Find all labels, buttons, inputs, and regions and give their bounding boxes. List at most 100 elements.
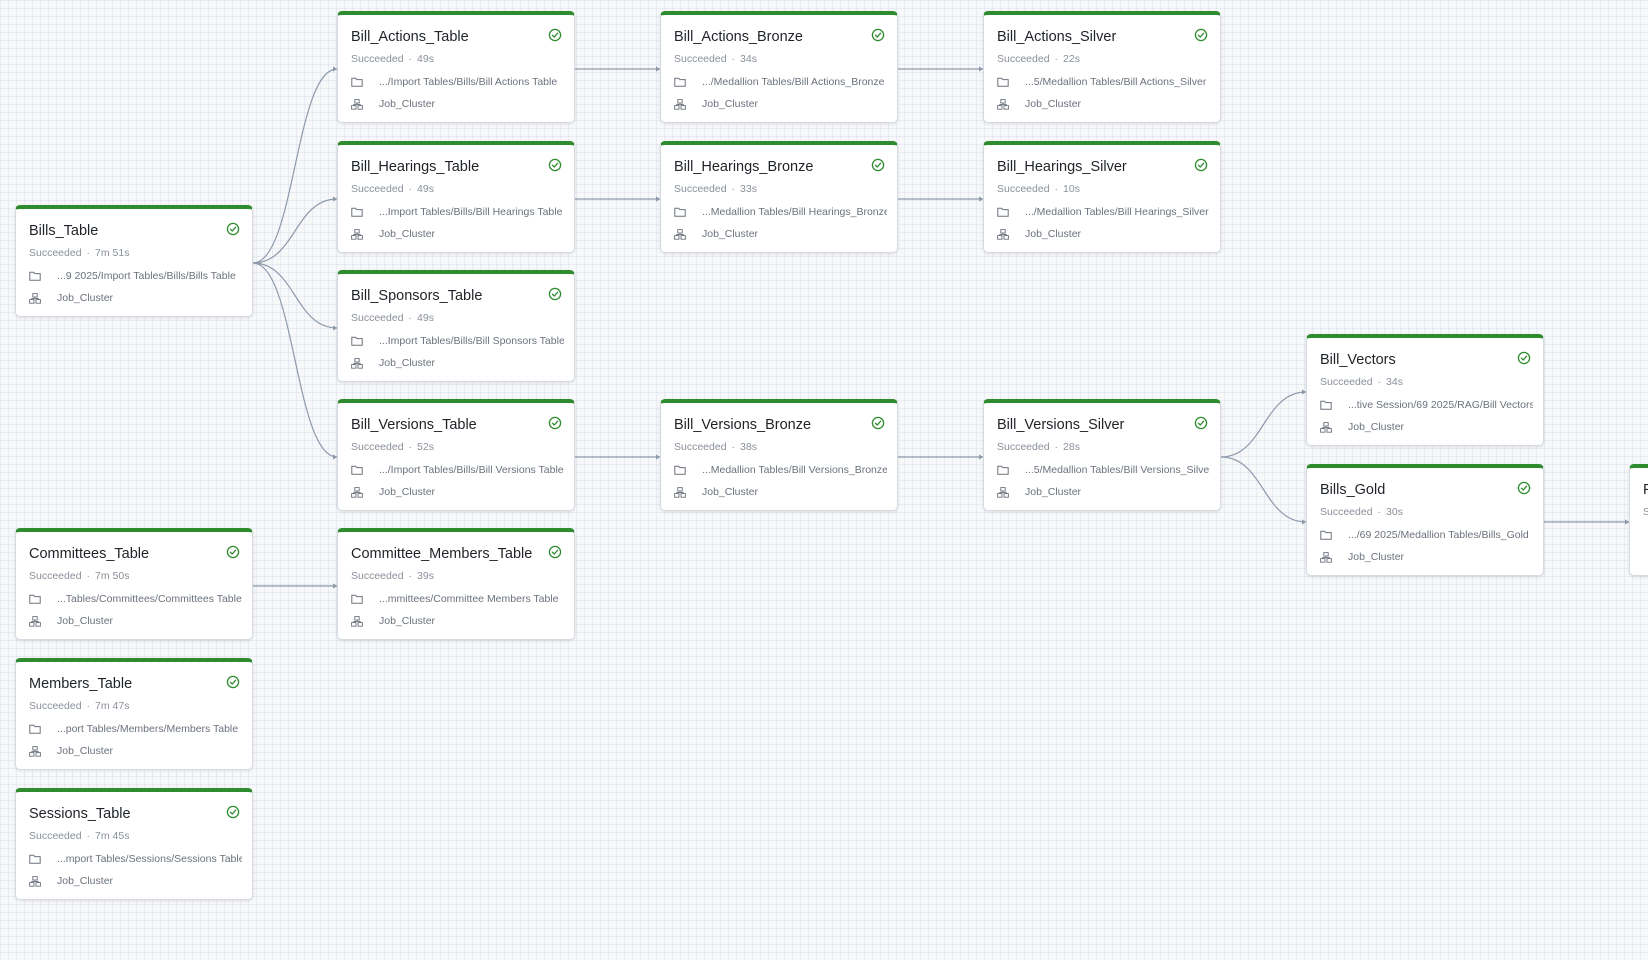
cluster-icon [1320, 421, 1340, 433]
edge-bills-table-to-bill-versions-table [252, 262, 338, 458]
task-title: Bill_Hearings_Bronze [674, 159, 814, 175]
meta-separator: · [86, 700, 91, 712]
task-cluster[interactable]: Job_Cluster [674, 98, 887, 110]
task-notebook-path[interactable]: .../Medallion Tables/Bill Actions_Bronze [674, 76, 887, 88]
task-cluster[interactable]: Job_Cluster [997, 228, 1210, 240]
task-status: Succeeded [351, 312, 404, 324]
cluster-icon [997, 98, 1017, 110]
meta-separator: · [408, 53, 413, 65]
task-path-text: ...5/Medallion Tables/Bill Versions_Silv… [1025, 464, 1210, 476]
task-title: Bill_Actions_Table [351, 29, 469, 45]
folder-icon [351, 207, 371, 217]
task-cluster[interactable]: Job_Cluster [997, 98, 1210, 110]
task-notebook-path[interactable]: ...Import Tables/Bills/Bill Hearings Tab… [351, 206, 564, 218]
task-status: Succeeded [674, 183, 727, 195]
task-notebook-path[interactable]: .../Import Tables/Bills/Bill Actions Tab… [351, 76, 564, 88]
cluster-icon [29, 292, 49, 304]
edge-bills-table-to-bill-hearings-table [252, 198, 338, 264]
task-node-bill-hearings-silver[interactable]: Bill_Hearings_Silver Succeeded · 10s .../Med… [983, 141, 1221, 253]
task-notebook-path[interactable]: .../Medallion Tables/Bill Hearings_Silve… [997, 206, 1210, 218]
task-title: Bill_Versions_Table [351, 417, 477, 433]
task-path-text: .../Import Tables/Bills/Bill Actions Tab… [379, 76, 558, 88]
task-cluster[interactable]: Job_Cluster [351, 98, 564, 110]
task-node-sessions-table[interactable]: Sessions_Table Succeeded · 7m 45s ...mport T… [15, 788, 253, 900]
task-cluster[interactable]: Job_Cluster [997, 486, 1210, 498]
task-node-bills-gold[interactable]: Bills_Gold Succeeded · 30s .../69 2025/Medal… [1306, 464, 1544, 576]
cluster-icon [351, 615, 371, 627]
task-cluster[interactable]: Job_Cluster [674, 486, 887, 498]
task-node-bill-sponsors-table[interactable]: Bill_Sponsors_Table Succeeded · 49s ...Impor… [337, 270, 575, 382]
check-circle-icon [1517, 351, 1531, 365]
task-node-committee-members-table[interactable]: Committee_Members_Table Succeeded · 39s ...m… [337, 528, 575, 640]
task-node-bill-versions-silver[interactable]: Bill_Versions_Silver Succeeded · 28s ...5/Me… [983, 399, 1221, 511]
task-cluster[interactable]: Job_Cluster [674, 228, 887, 240]
task-node-bill-actions-table[interactable]: Bill_Actions_Table Succeeded · 49s .../Impor… [337, 11, 575, 123]
folder-icon [674, 465, 694, 475]
meta-separator: · [731, 53, 736, 65]
task-run-meta: Succeeded · 22s [997, 53, 1080, 65]
task-title: Bill_Versions_Bronze [674, 417, 812, 433]
task-cluster[interactable]: Job_Cluster [351, 228, 564, 240]
task-cluster[interactable]: Job_Cluster [1320, 421, 1533, 433]
task-notebook-path[interactable]: ...Tables/Committees/Committees Table [29, 593, 242, 605]
task-cluster[interactable]: Job_Cluster [351, 486, 564, 498]
task-notebook-path[interactable]: ...port Tables/Members/Members Table [29, 723, 242, 735]
task-status: Succeeded [997, 53, 1050, 65]
task-notebook-path[interactable]: .../69 2025/Medallion Tables/Bills_Gold [1320, 529, 1533, 541]
task-path-text: ...Import Tables/Bills/Bill Hearings Tab… [379, 206, 563, 218]
task-node-bill-hearings-table[interactable]: Bill_Hearings_Table Succeeded · 49s ...Impor… [337, 141, 575, 253]
task-title: Committees_Table [29, 546, 150, 562]
task-cluster-text: Job_Cluster [1025, 228, 1082, 240]
meta-separator: · [408, 312, 413, 324]
task-cluster-text: Job_Cluster [1025, 486, 1082, 498]
edge-bill-versions-silver-to-bill-vectors [1220, 391, 1307, 458]
task-duration: 52s [417, 441, 434, 453]
task-path-text: ...mport Tables/Sessions/Sessions Table [57, 853, 242, 865]
task-cluster[interactable]: Job_Cluster [1320, 551, 1533, 563]
task-cluster[interactable]: Job_Cluster [29, 615, 242, 627]
task-notebook-path[interactable]: .../Import Tables/Bills/Bill Versions Ta… [351, 464, 564, 476]
task-cluster[interactable]: Job_Cluster [351, 615, 564, 627]
task-node-bills-table[interactable]: Bills_Table Succeeded · 7m 51s ...9 2025/Imp… [15, 205, 253, 317]
task-cluster[interactable]: Job_Cluster [351, 357, 564, 369]
task-notebook-path[interactable]: ...5/Medallion Tables/Bill Actions_Silve… [997, 76, 1210, 88]
task-notebook-path[interactable]: ...mport Tables/Sessions/Sessions Table [29, 853, 242, 865]
cluster-icon [29, 875, 49, 887]
task-node-bill-actions-bronze[interactable]: Bill_Actions_Bronze Succeeded · 34s .../Meda… [660, 11, 898, 123]
cluster-icon [997, 228, 1017, 240]
task-node-members-table[interactable]: Members_Table Succeeded · 7m 47s ...port Tab… [15, 658, 253, 770]
task-notebook-path[interactable]: ...5/Medallion Tables/Bill Versions_Silv… [997, 464, 1210, 476]
cluster-icon [674, 486, 694, 498]
task-notebook-path[interactable]: ...Medallion Tables/Bill Versions_Bronze [674, 464, 887, 476]
task-duration: 22s [1063, 53, 1080, 65]
task-cluster[interactable]: Job_Cluster [29, 745, 242, 757]
task-duration: 38s [740, 441, 757, 453]
task-cluster[interactable]: Job_Cluster [29, 875, 242, 887]
task-duration: 28s [1063, 441, 1080, 453]
task-cluster-text: Job_Cluster [379, 357, 436, 369]
task-notebook-path[interactable]: ...9 2025/Import Tables/Bills/Bills Tabl… [29, 270, 242, 282]
task-run-meta: Succeeded · 30s [1320, 506, 1403, 518]
task-path-text: .../69 2025/Medallion Tables/Bills_Gold [1348, 529, 1529, 541]
check-circle-icon [1517, 481, 1531, 495]
task-node-bill-actions-silver[interactable]: Bill_Actions_Silver Succeeded · 22s ...5/Med… [983, 11, 1221, 123]
check-circle-icon [1194, 28, 1208, 42]
task-notebook-path[interactable]: ...mmittees/Committee Members Table [351, 593, 564, 605]
cluster-icon [351, 486, 371, 498]
task-duration: 49s [417, 312, 434, 324]
task-notebook-path[interactable]: ...Import Tables/Bills/Bill Sponsors Tab… [351, 335, 564, 347]
task-node-bill-vectors[interactable]: Bill_Vectors Succeeded · 34s ...tive Session… [1306, 334, 1544, 446]
task-cluster-text: Job_Cluster [702, 98, 759, 110]
task-notebook-path[interactable]: ...tive Session/69 2025/RAG/Bill Vectors [1320, 399, 1533, 411]
task-node-bill-versions-table[interactable]: Bill_Versions_Table Succeeded · 52s .../Impo… [337, 399, 575, 511]
task-path-text: ...5/Medallion Tables/Bill Actions_Silve… [1025, 76, 1207, 88]
task-duration: 7m 47s [95, 700, 130, 712]
task-cluster[interactable]: Job_Cluster [29, 292, 242, 304]
task-cluster-text: Job_Cluster [379, 486, 436, 498]
task-node-committees-table[interactable]: Committees_Table Succeeded · 7m 50s ...Table… [15, 528, 253, 640]
task-node-bill-versions-bronze[interactable]: Bill_Versions_Bronze Succeeded · 38s ...Meda… [660, 399, 898, 511]
task-node-next-task[interactable]: FS [1629, 464, 1648, 576]
task-notebook-path[interactable]: ...Medallion Tables/Bill Hearings_Bronze [674, 206, 887, 218]
job-graph-canvas[interactable]: Bills_Table Succeeded · 7m 51s ...9 2025/Imp… [0, 0, 1648, 960]
task-node-bill-hearings-bronze[interactable]: Bill_Hearings_Bronze Succeeded · 33s ...Meda… [660, 141, 898, 253]
